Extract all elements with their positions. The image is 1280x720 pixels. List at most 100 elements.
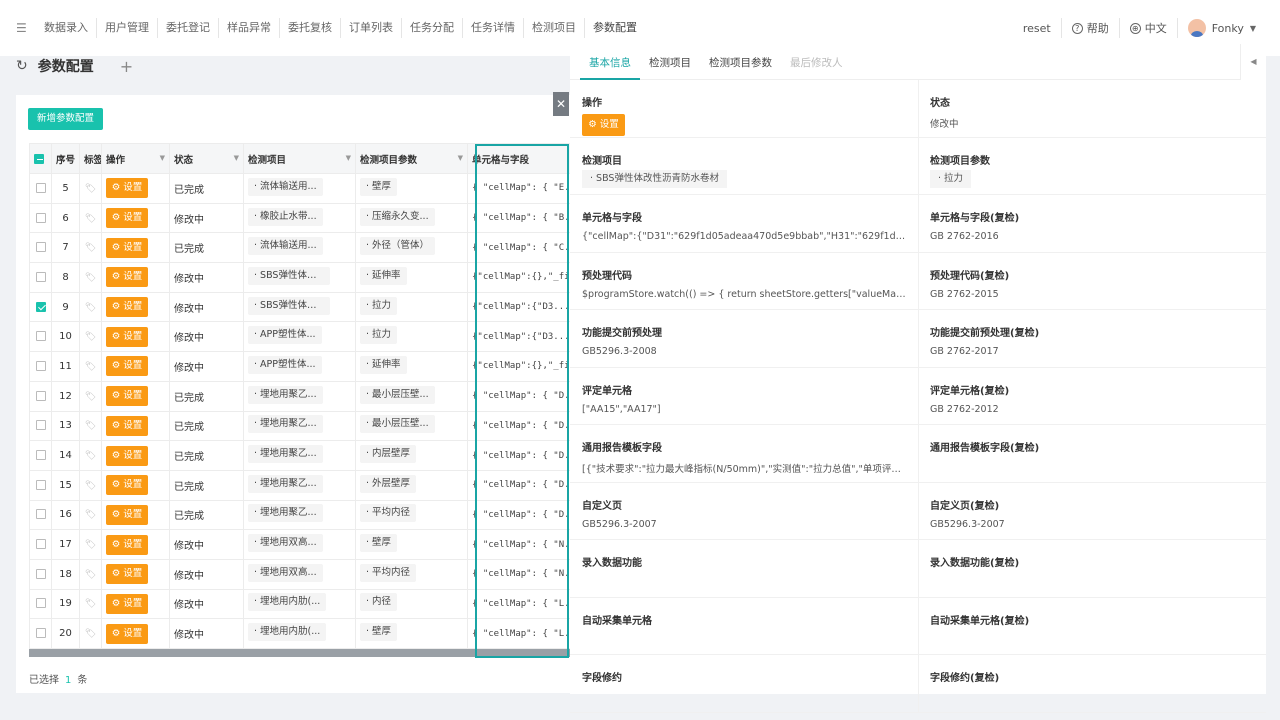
row-checkbox[interactable]: [35, 539, 46, 550]
chevron-left-icon[interactable]: ◀: [1240, 44, 1266, 80]
settings-button[interactable]: ⚙ 设置: [106, 475, 148, 496]
header-item[interactable]: 检测项目 ▼: [243, 143, 356, 174]
row-checkbox[interactable]: [35, 598, 46, 609]
row-select-cell[interactable]: [29, 173, 52, 204]
close-panel-button[interactable]: ✕: [553, 92, 569, 116]
settings-button[interactable]: ⚙ 设置: [106, 326, 148, 347]
select-all-cell[interactable]: [29, 143, 52, 174]
row-select-cell[interactable]: [29, 262, 52, 293]
detail-tab[interactable]: 检测项目: [640, 44, 700, 80]
row-checkbox[interactable]: [35, 479, 46, 490]
tag-icon[interactable]: 🏷: [85, 451, 96, 461]
settings-button[interactable]: ⚙ 设置: [106, 267, 148, 288]
row-checkbox[interactable]: [35, 420, 46, 431]
row-select-cell[interactable]: [29, 202, 52, 234]
detail-tab[interactable]: 基本信息: [580, 44, 640, 80]
row-checkbox[interactable]: [35, 450, 46, 461]
tag-icon[interactable]: 🏷: [85, 303, 96, 313]
row-select-cell[interactable]: [29, 469, 52, 501]
table-row[interactable]: 17 🏷 ⚙ 设置 修改中 · 埋地用双高... · 壁厚{ "cellMap": { "…: [29, 529, 590, 560]
table-row[interactable]: 5 🏷 ⚙ 设置 已完成 · 流体输送用... · 壁厚{ "cellMap": { "E…: [29, 173, 590, 204]
table-row[interactable]: 16 🏷 ⚙ 设置 已完成 · 埋地用聚乙... · 平均内径{ "cellMap": {…: [29, 499, 590, 531]
row-select-cell[interactable]: [29, 291, 52, 323]
row-checkbox[interactable]: [35, 628, 46, 639]
table-row[interactable]: 12 🏷 ⚙ 设置 已完成 · 埋地用聚乙... · 最小层压壁...{ "cellMap…: [29, 380, 590, 412]
nav-tab[interactable]: 数据录入: [36, 18, 97, 38]
settings-button[interactable]: ⚙ 设置: [106, 623, 148, 644]
tag-icon[interactable]: 🏷: [85, 392, 96, 402]
settings-button[interactable]: ⚙ 设置: [106, 237, 148, 258]
settings-button[interactable]: ⚙ 设置: [106, 297, 148, 318]
settings-button[interactable]: ⚙ 设置: [106, 178, 148, 199]
tag-icon[interactable]: 🏷: [85, 510, 96, 520]
filter-icon[interactable]: ▼: [160, 154, 165, 162]
row-checkbox[interactable]: [35, 301, 46, 312]
nav-tab[interactable]: 样品异常: [219, 18, 280, 38]
row-checkbox[interactable]: [35, 568, 46, 579]
detail-tab[interactable]: 最后修改人: [781, 44, 852, 80]
tag-icon[interactable]: 🏷: [85, 599, 96, 609]
tag-icon[interactable]: 🏷: [85, 481, 96, 491]
tag-icon[interactable]: 🏷: [85, 540, 96, 550]
row-checkbox[interactable]: [35, 242, 46, 253]
filter-icon[interactable]: ▼: [346, 154, 351, 162]
select-all-checkbox[interactable]: [34, 153, 44, 164]
new-param-config-button[interactable]: 新增参数配置: [28, 108, 103, 130]
settings-button[interactable]: ⚙ 设置: [582, 114, 625, 136]
table-row[interactable]: 14 🏷 ⚙ 设置 已完成 · 埋地用聚乙... · 内层壁厚{ "cellMap": {…: [29, 440, 590, 471]
settings-button[interactable]: ⚙ 设置: [106, 593, 148, 614]
tag-icon[interactable]: 🏷: [85, 243, 96, 253]
row-checkbox[interactable]: [35, 509, 46, 520]
table-row[interactable]: 6 🏷 ⚙ 设置 修改中 · 橡胶止水带... · 压缩永久变...{ "cellMap"…: [29, 202, 590, 234]
row-select-cell[interactable]: [29, 232, 52, 264]
row-checkbox[interactable]: [35, 331, 46, 342]
settings-button[interactable]: ⚙ 设置: [106, 356, 148, 377]
row-select-cell[interactable]: [29, 410, 52, 442]
row-select-cell[interactable]: [29, 440, 52, 471]
table-row[interactable]: 20 🏷 ⚙ 设置 修改中 · 埋地用内肋(... · 壁厚{ "cellMap": { …: [29, 618, 590, 649]
filter-icon[interactable]: ▼: [458, 154, 463, 162]
reset-link[interactable]: reset: [1013, 18, 1062, 38]
nav-tab[interactable]: 参数配置: [585, 18, 645, 38]
row-checkbox[interactable]: [35, 212, 46, 223]
user-menu[interactable]: Fonky ▼: [1178, 18, 1266, 38]
row-select-cell[interactable]: [29, 321, 52, 353]
row-select-cell[interactable]: [29, 499, 52, 531]
row-select-cell[interactable]: [29, 558, 52, 590]
tag-icon[interactable]: 🏷: [85, 214, 96, 224]
settings-button[interactable]: ⚙ 设置: [106, 534, 148, 555]
tag-icon[interactable]: 🏷: [85, 184, 96, 194]
row-checkbox[interactable]: [35, 271, 46, 282]
tag-icon[interactable]: 🏷: [85, 421, 96, 431]
row-checkbox[interactable]: [35, 182, 46, 193]
table-row[interactable]: 11 🏷 ⚙ 设置 修改中 · APP塑性体... · 延伸率 {"cellMap":{},…: [29, 351, 590, 382]
table-row[interactable]: 13 🏷 ⚙ 设置 已完成 · 埋地用聚乙... · 最小层压壁...{ "cellMap…: [29, 410, 590, 442]
settings-button[interactable]: ⚙ 设置: [106, 386, 148, 407]
table-row[interactable]: 15 🏷 ⚙ 设置 已完成 · 埋地用聚乙... · 外层壁厚{ "cellMap": {…: [29, 469, 590, 501]
nav-tab[interactable]: 委托登记: [158, 18, 219, 38]
tag-icon[interactable]: 🏷: [85, 629, 96, 639]
refresh-icon[interactable]: ↻: [16, 58, 28, 74]
table-row[interactable]: 18 🏷 ⚙ 设置 修改中 · 埋地用双高... · 平均内径{ "cellMap": {…: [29, 558, 590, 590]
row-select-cell[interactable]: [29, 351, 52, 382]
nav-tab[interactable]: 委托复核: [280, 18, 341, 38]
language-switch[interactable]: ⊕ 中文: [1120, 18, 1178, 38]
tag-icon[interactable]: 🏷: [85, 273, 96, 283]
header-param[interactable]: 检测项目参数 ▼: [355, 143, 468, 174]
header-status[interactable]: 状态 ▼: [169, 143, 244, 174]
table-row[interactable]: 10 🏷 ⚙ 设置 修改中 · APP塑性体... · 拉力 {"cellMap":{"D3…: [29, 321, 590, 353]
table-row[interactable]: 7 🏷 ⚙ 设置 已完成 · 流体输送用... · 外径（管体）{ "cellMap": …: [29, 232, 590, 264]
table-row[interactable]: 8 🏷 ⚙ 设置 修改中 · SBS弹性体改... · 延伸率 {"cellMap":{},…: [29, 262, 590, 293]
nav-tab[interactable]: 用户管理: [97, 18, 158, 38]
add-tab-icon[interactable]: +: [120, 57, 133, 76]
menu-icon[interactable]: ☰: [16, 20, 32, 36]
nav-tab[interactable]: 订单列表: [341, 18, 402, 38]
settings-button[interactable]: ⚙ 设置: [106, 415, 148, 436]
detail-tab[interactable]: 检测项目参数: [700, 44, 781, 80]
row-select-cell[interactable]: [29, 380, 52, 412]
settings-button[interactable]: ⚙ 设置: [106, 504, 148, 525]
tag-icon[interactable]: 🏷: [85, 332, 96, 342]
row-select-cell[interactable]: [29, 618, 52, 649]
horizontal-scrollbar[interactable]: [29, 649, 576, 657]
settings-button[interactable]: ⚙ 设置: [106, 208, 148, 229]
